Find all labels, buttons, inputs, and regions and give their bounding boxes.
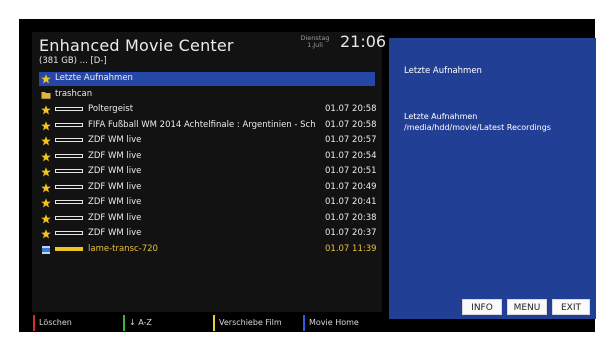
list-item-date: 01.07 20:54 bbox=[325, 150, 377, 161]
list-item-title: Poltergeist bbox=[88, 104, 134, 114]
progress-bar bbox=[55, 215, 83, 220]
list-item[interactable]: ZDF WM live 01.07 20:51 bbox=[39, 165, 377, 179]
list-item-title: ZDF WM live bbox=[88, 166, 142, 176]
clock: 21:06 bbox=[340, 32, 387, 51]
green-key-mark bbox=[123, 315, 125, 331]
list-item[interactable]: ZDF WM live 01.07 20:37 bbox=[39, 227, 377, 241]
star-icon bbox=[41, 120, 51, 131]
star-icon bbox=[41, 198, 51, 208]
list-item[interactable]: ZDF WM live 01.07 20:41 bbox=[39, 196, 377, 210]
list-item[interactable]: ZDF WM live 01.07 20:49 bbox=[39, 181, 377, 195]
list-item[interactable]: ZDF WM live 01.07 20:38 bbox=[39, 212, 377, 226]
info-panel bbox=[389, 38, 596, 319]
list-item-date: 01.07 20:37 bbox=[325, 228, 377, 238]
list-item-date: 01.07 20:58 bbox=[325, 104, 377, 114]
list-item[interactable]: Letzte Aufnahmen bbox=[39, 72, 375, 86]
list-item-date: 01.07 20:51 bbox=[325, 166, 377, 176]
list-item-title: ZDF WM live bbox=[88, 181, 142, 192]
blue-key-label: Movie Home bbox=[309, 318, 359, 327]
list-item-date: 01.07 20:49 bbox=[325, 181, 377, 192]
list-item-date: 01.07 11:39 bbox=[325, 243, 377, 254]
list-item[interactable]: trashcan bbox=[39, 88, 375, 102]
yellow-key-label: Verschiebe Film bbox=[219, 318, 282, 327]
list-item-title: Letzte Aufnahmen bbox=[55, 73, 133, 83]
list-item-title: trashcan bbox=[55, 88, 93, 99]
star-icon bbox=[41, 136, 51, 146]
list-item-date: 01.07 20:38 bbox=[325, 212, 377, 223]
info-title: Letzte Aufnahmen bbox=[404, 66, 482, 76]
blue-key-mark bbox=[303, 315, 305, 331]
progress-bar bbox=[55, 107, 83, 111]
disk-space-label: (381 GB) ... [D-] bbox=[39, 56, 107, 66]
info-detail-name: Letzte Aufnahmen bbox=[404, 112, 478, 121]
star-icon bbox=[41, 105, 51, 115]
red-key-mark bbox=[33, 315, 35, 331]
list-item-title: ZDF WM live bbox=[88, 197, 142, 207]
exit-button[interactable]: EXIT bbox=[552, 299, 590, 315]
progress-bar bbox=[55, 184, 83, 189]
date-label: 1.Juli bbox=[307, 41, 323, 49]
list-item-title: lame-transc-720 bbox=[88, 243, 158, 254]
list-item-title: ZDF WM live bbox=[88, 150, 142, 161]
list-item[interactable]: FIFA Fußball WM 2014 Achtelfinale : Arge… bbox=[39, 119, 377, 133]
red-key-label: Löschen bbox=[39, 318, 72, 327]
list-item-date: 01.07 20:58 bbox=[325, 119, 377, 130]
list-item-date: 01.07 20:41 bbox=[325, 197, 377, 207]
star-icon bbox=[41, 151, 51, 162]
progress-bar bbox=[55, 122, 83, 127]
info-detail-path: /media/hdd/movie/Latest Recordings bbox=[404, 123, 551, 132]
app-title: Enhanced Movie Center bbox=[39, 36, 234, 55]
progress-bar bbox=[55, 169, 83, 173]
list-item[interactable]: Poltergeist 01.07 20:58 bbox=[39, 103, 377, 117]
list-item-title: ZDF WM live bbox=[88, 212, 142, 223]
info-button[interactable]: INFO bbox=[462, 299, 502, 315]
list-item-title: ZDF WM live bbox=[88, 228, 142, 238]
list-item-title: ZDF WM live bbox=[88, 135, 142, 145]
green-key-label: ↓ A-Z bbox=[129, 318, 152, 327]
film-icon bbox=[41, 245, 51, 255]
progress-fill bbox=[56, 247, 82, 250]
date-display: Dienstag 1.Juli bbox=[300, 35, 330, 49]
star-icon bbox=[41, 74, 51, 84]
list-item-date: 01.07 20:57 bbox=[325, 135, 377, 145]
star-icon bbox=[41, 182, 51, 193]
star-icon bbox=[41, 213, 51, 224]
star-icon bbox=[41, 167, 51, 177]
list-item[interactable]: ZDF WM live 01.07 20:57 bbox=[39, 134, 377, 148]
folder-icon bbox=[41, 90, 51, 100]
menu-button[interactable]: MENU bbox=[507, 299, 547, 315]
list-item[interactable]: lame-transc-720 01.07 11:39 bbox=[39, 243, 377, 257]
progress-bar bbox=[55, 246, 83, 251]
progress-bar bbox=[55, 231, 83, 235]
yellow-key-mark bbox=[213, 315, 215, 331]
list-item-title: FIFA Fußball WM 2014 Achtelfinale : Arge… bbox=[88, 119, 316, 130]
progress-bar bbox=[55, 200, 83, 204]
list-item[interactable]: ZDF WM live 01.07 20:54 bbox=[39, 150, 377, 164]
star-icon bbox=[41, 229, 51, 239]
progress-bar bbox=[55, 153, 83, 158]
progress-bar bbox=[55, 138, 83, 142]
